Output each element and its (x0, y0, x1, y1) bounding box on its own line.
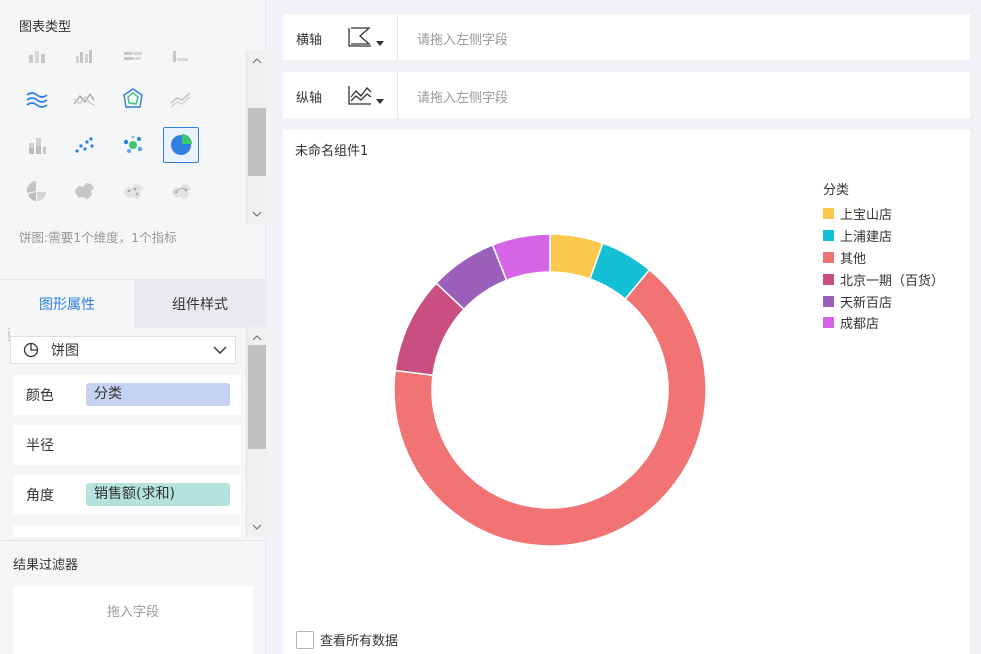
legend-swatch (823, 230, 834, 242)
tab-component-style[interactable]: 组件样式 (134, 280, 266, 328)
graphic-properties-panel: ⋮ ⋮ 饼图 颜色 分类 半径 角度 销售额(求和) (0, 327, 246, 537)
bubble-chart-icon[interactable] (115, 127, 151, 163)
legend-label: 上宝山店 (840, 208, 893, 224)
area-line-icon[interactable] (163, 81, 199, 117)
stacked-bar-icon[interactable] (19, 40, 55, 72)
prop-label-radius: 半径 (26, 438, 54, 454)
chevron-down-icon (213, 346, 227, 354)
legend-label: 成都店 (840, 317, 880, 333)
color-field-chip[interactable]: 分类 (86, 383, 230, 406)
x-axis-dropzone[interactable]: 请拖入左侧字段 (417, 29, 508, 48)
prop-row-angle[interactable]: 角度 销售额(求和) (13, 475, 241, 515)
chart-type-scrollbar[interactable] (246, 50, 266, 224)
prop-label-angle: 角度 (26, 488, 54, 504)
angle-field-chip[interactable]: 销售额(求和) (86, 483, 230, 506)
chart-kind-select[interactable]: 饼图 (10, 336, 236, 364)
filter-placeholder: 拖入字段 (106, 605, 159, 620)
legend: 上宝山店上浦建店其他北京一期（百货） 天新百店成都店 (823, 203, 944, 334)
pie-outline-icon (23, 342, 39, 358)
legend-item[interactable]: 北京一期（百货） (823, 268, 944, 290)
horizontal-bar-icon[interactable] (115, 40, 151, 72)
divider (397, 14, 398, 60)
rose-pie-icon[interactable] (19, 173, 55, 209)
prop-label-color: 颜色 (26, 388, 54, 404)
view-all-checkbox[interactable] (296, 630, 314, 649)
legend-label: 北京一期（百货） (840, 273, 945, 289)
legend-item[interactable]: 天新百店 (823, 290, 944, 312)
y-axis-row: 纵轴 请拖入左侧字段 (283, 72, 970, 118)
view-all-data-toggle[interactable]: 查看所有数据 (296, 630, 398, 649)
divider (0, 540, 266, 541)
property-tabs: 图形属性 组件样式 (0, 279, 266, 328)
legend-item[interactable]: 上宝山店 (823, 203, 944, 225)
stacked-column-icon[interactable] (19, 127, 55, 163)
legend-swatch (823, 208, 834, 220)
chart-card: 未命名组件1 分类 上宝山店 上浦建店 其他 北京一期（百货） 天新百店 成都店 查看所有… (283, 130, 970, 654)
legend-swatch (823, 273, 834, 285)
scrollbar-thumb[interactable] (248, 345, 266, 449)
chart-type-title: 图表类型 (19, 20, 72, 35)
legend-item[interactable]: 其他 (823, 247, 944, 269)
legend-swatch (823, 295, 834, 307)
x-axis-sort-icon[interactable] (347, 25, 373, 49)
legend-title: 分类 (823, 183, 850, 198)
scrollbar-thumb[interactable] (248, 108, 266, 176)
divider (397, 72, 398, 118)
pie-chart-icon[interactable] (163, 127, 199, 163)
result-filter-dropzone[interactable]: 拖入字段 (13, 586, 253, 654)
scroll-down-arrow-icon[interactable] (247, 519, 267, 535)
y-axis-dropzone[interactable]: 请拖入左侧字段 (417, 87, 508, 106)
legend-label: 上浦建店 (840, 230, 893, 246)
caret-down-icon[interactable] (376, 99, 384, 104)
y-axis-label: 纵轴 (296, 91, 323, 106)
left-panel: 图表类型 饼图:需要1个维度，1个指标 图形属性 组件样式 ⋮ ⋮ 饼图 颜色 … (0, 0, 266, 654)
legend-item[interactable]: 成都店 (823, 312, 944, 334)
horizontal-stacked-bar-icon[interactable] (163, 40, 199, 72)
chart-type-hint: 饼图:需要1个维度，1个指标 (19, 230, 177, 245)
x-axis-row: 横轴 请拖入左侧字段 (283, 14, 970, 60)
legend-swatch (823, 317, 834, 329)
legend-item[interactable]: 上浦建店 (823, 225, 944, 247)
scroll-up-arrow-icon[interactable] (247, 329, 267, 345)
prop-row-color[interactable]: 颜色 分类 (13, 375, 241, 415)
legend-swatch (823, 251, 834, 263)
legend-label: 其他 (840, 251, 867, 267)
line-chart-icon[interactable] (66, 81, 102, 117)
caret-down-icon[interactable] (376, 41, 384, 46)
view-all-label: 查看所有数据 (320, 634, 399, 649)
radar-chart-icon[interactable] (115, 81, 151, 117)
y-axis-line-icon[interactable] (347, 83, 373, 107)
result-filter-title: 结果过滤器 (13, 558, 79, 573)
chart-type-grid (0, 40, 246, 224)
prop-row-radius[interactable]: 半径 (13, 425, 241, 465)
scatter-map-icon[interactable] (115, 173, 151, 209)
multi-line-icon[interactable] (19, 81, 55, 117)
grouped-bar-icon[interactable] (66, 40, 102, 72)
scatter-chart-icon[interactable] (66, 127, 102, 163)
scroll-up-arrow-icon[interactable] (247, 52, 267, 68)
flow-map-icon[interactable] (163, 173, 199, 209)
properties-scrollbar[interactable] (246, 327, 266, 537)
china-map-icon[interactable] (66, 173, 102, 209)
legend-label: 天新百店 (840, 295, 893, 311)
scroll-down-arrow-icon[interactable] (247, 206, 267, 222)
chart-kind-label: 饼图 (51, 343, 79, 359)
prop-row-next[interactable] (13, 525, 241, 537)
x-axis-label: 横轴 (296, 33, 323, 48)
tab-graphic-properties[interactable]: 图形属性 (0, 280, 134, 328)
